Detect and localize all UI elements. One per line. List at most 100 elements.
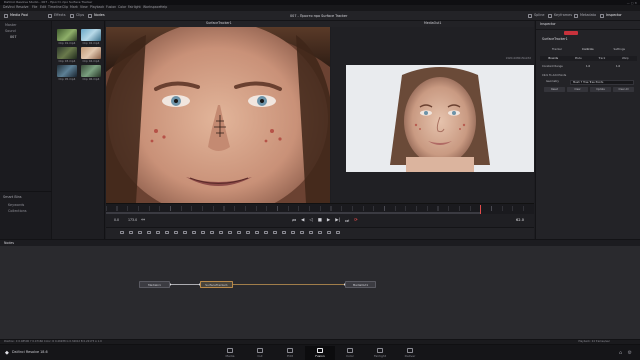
ellipse-mask-icon[interactable] bbox=[201, 231, 205, 235]
matte-control-icon[interactable] bbox=[318, 231, 322, 235]
stop-icon[interactable]: ■ bbox=[318, 218, 322, 224]
loader-icon[interactable] bbox=[327, 231, 331, 235]
menu-fairlight[interactable]: Fairlight bbox=[128, 6, 141, 9]
media-pool-button[interactable]: Media Pool bbox=[4, 13, 28, 19]
smart-bin-keywords[interactable]: Keywords bbox=[8, 203, 24, 207]
inspector-button[interactable]: Inspector bbox=[600, 13, 622, 19]
3d-merge-icon[interactable] bbox=[246, 231, 250, 235]
rectangle-mask-icon[interactable] bbox=[192, 231, 196, 235]
spline-button[interactable]: Spline bbox=[528, 13, 544, 19]
bin-007[interactable]: 007 bbox=[10, 35, 16, 39]
node-editor[interactable]: MediaIn1 SurfaceTracker1 MediaOut1 bbox=[0, 246, 640, 339]
shape-3d-icon[interactable] bbox=[264, 231, 268, 235]
page-fairlight[interactable]: Fairlight bbox=[365, 346, 395, 360]
polygon-mask-icon[interactable] bbox=[183, 231, 187, 235]
menu-color[interactable]: Color bbox=[118, 6, 126, 9]
background-tool-icon[interactable] bbox=[120, 231, 124, 235]
effects-button[interactable]: Effects bbox=[48, 13, 66, 19]
page-color[interactable]: Color bbox=[335, 346, 365, 360]
page-cut[interactable]: Cut bbox=[245, 346, 275, 360]
clip-thumbnail[interactable] bbox=[81, 65, 101, 77]
settings-icon[interactable]: ⚙ bbox=[628, 350, 632, 356]
smart-bin-collections[interactable]: Collections bbox=[8, 209, 27, 213]
menu-fusion[interactable]: Fusion bbox=[106, 6, 116, 9]
clip-thumbnail[interactable] bbox=[57, 47, 77, 59]
menu-timeline[interactable]: Timeline bbox=[48, 6, 62, 9]
play-reverse-icon[interactable]: ◁ bbox=[309, 218, 312, 224]
play-icon[interactable]: ▶ bbox=[327, 218, 330, 224]
menu-workspace[interactable]: Workspace bbox=[143, 6, 160, 9]
subtab-track[interactable]: Track bbox=[598, 56, 605, 61]
camera-3d-icon[interactable] bbox=[255, 231, 259, 235]
menu-mark[interactable]: Mark bbox=[70, 6, 78, 9]
left-viewer[interactable] bbox=[106, 27, 330, 203]
playhead[interactable] bbox=[480, 205, 481, 214]
color-corrector-icon[interactable] bbox=[165, 231, 169, 235]
page-media[interactable]: Media bbox=[215, 346, 245, 360]
menu-clip[interactable]: Clip bbox=[62, 6, 68, 9]
merge-tool-icon[interactable] bbox=[147, 231, 151, 235]
keyframes-button[interactable]: Keyframes bbox=[548, 13, 572, 19]
planar-tracker-icon[interactable] bbox=[228, 231, 232, 235]
menu-help[interactable]: Help bbox=[160, 6, 167, 9]
page-deliver[interactable]: Deliver bbox=[395, 346, 425, 360]
saver-icon[interactable] bbox=[336, 231, 340, 235]
home-icon[interactable]: ⌂ bbox=[619, 350, 622, 356]
field-value-b[interactable]: 1.0 bbox=[616, 65, 620, 69]
page-fusion[interactable]: Fusion bbox=[305, 346, 335, 360]
update-button[interactable]: Update bbox=[590, 87, 611, 92]
tab-controls[interactable]: Controls bbox=[582, 47, 594, 51]
step-forward-icon[interactable]: ▶| bbox=[335, 218, 340, 224]
menu-davinci[interactable]: DaVinci Resolve bbox=[3, 6, 28, 9]
clip-thumbnail[interactable] bbox=[81, 47, 101, 59]
geometry-dropdown[interactable]: Mesh 7 Tree Tree Points bbox=[570, 80, 634, 85]
subtab-bounds[interactable]: Bounds bbox=[548, 56, 558, 61]
step-back-icon[interactable]: ◀ bbox=[301, 218, 304, 224]
light-3d-icon[interactable] bbox=[282, 231, 286, 235]
loop-toggle-icon[interactable]: ⟳ bbox=[354, 218, 358, 224]
bin-master[interactable]: Master bbox=[5, 23, 17, 27]
clip-thumbnail[interactable] bbox=[81, 29, 101, 41]
node-surfacetracker[interactable]: SurfaceTracker1 bbox=[200, 281, 233, 288]
page-edit[interactable]: Edit bbox=[275, 346, 305, 360]
blur-tool-icon[interactable] bbox=[156, 231, 160, 235]
node-color-swatch[interactable] bbox=[564, 31, 578, 35]
texture-icon[interactable] bbox=[291, 231, 295, 235]
clear-all-button[interactable]: Clear All bbox=[613, 87, 634, 92]
time-ruler[interactable] bbox=[106, 203, 534, 214]
clip-thumbnail[interactable] bbox=[57, 65, 77, 77]
metadata-button[interactable]: Metadata bbox=[574, 13, 596, 19]
field-value-a[interactable]: 1.0 bbox=[586, 65, 590, 69]
node-mediaout[interactable]: MediaOut1 bbox=[345, 281, 376, 288]
node-mediain[interactable]: MediaIn1 bbox=[139, 281, 170, 288]
current-frame[interactable]: 62.0 bbox=[516, 218, 524, 223]
loop-icon[interactable]: ⇔ bbox=[141, 217, 145, 223]
text-tool-icon[interactable] bbox=[138, 231, 142, 235]
tab-settings[interactable]: Settings bbox=[614, 47, 625, 51]
menu-file[interactable]: File bbox=[32, 6, 37, 9]
paint-tool-icon[interactable] bbox=[129, 231, 133, 235]
nodes-button[interactable]: Nodes bbox=[88, 13, 105, 19]
go-end-icon[interactable]: ⏭ bbox=[345, 218, 349, 224]
particle-tool-icon[interactable] bbox=[237, 231, 241, 235]
clip-thumbnail[interactable] bbox=[57, 29, 77, 41]
channel-booleans-icon[interactable] bbox=[309, 231, 313, 235]
tracker-tool-icon[interactable] bbox=[219, 231, 223, 235]
menu-playback[interactable]: Playback bbox=[90, 6, 104, 9]
menu-view[interactable]: View bbox=[80, 6, 88, 9]
clear-button[interactable]: Clear bbox=[567, 87, 588, 92]
tab-tracker[interactable]: Tracker bbox=[552, 47, 562, 51]
bin-sound[interactable]: Sound bbox=[5, 29, 16, 33]
start-time[interactable]: 0.0 bbox=[114, 218, 119, 222]
subtab-mode[interactable]: Mode bbox=[575, 56, 582, 61]
clips-button[interactable]: Clips bbox=[70, 13, 84, 19]
bspline-mask-icon[interactable] bbox=[210, 231, 214, 235]
subtab-warp[interactable]: Warp bbox=[622, 56, 629, 61]
go-start-icon[interactable]: ⏮ bbox=[292, 218, 296, 224]
node-name[interactable]: SurfaceTracker1 bbox=[542, 37, 568, 41]
material-icon[interactable] bbox=[300, 231, 304, 235]
menu-edit[interactable]: Edit bbox=[40, 6, 46, 9]
end-time[interactable]: 173.0 bbox=[128, 218, 137, 222]
right-viewer[interactable]: 1920x1080xfloat32 bbox=[331, 27, 534, 203]
transform-tool-icon[interactable] bbox=[174, 231, 178, 235]
